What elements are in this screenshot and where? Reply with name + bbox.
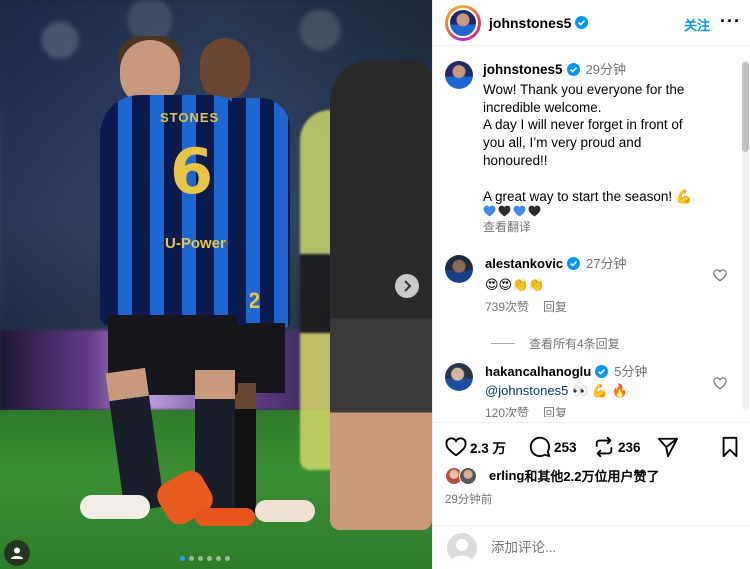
post-photo[interactable]: 2 STONES 6 U-Power bbox=[0, 0, 432, 569]
comment-button[interactable]: 253 bbox=[529, 436, 577, 458]
comment-item: alestankovic 27分钟 😍😍👏👏 739次赞 回复 bbox=[445, 255, 741, 316]
comment-like-count[interactable]: 120次赞 bbox=[485, 405, 529, 417]
comment-time: 27分钟 bbox=[586, 256, 627, 271]
liker-avatar bbox=[459, 466, 477, 485]
see-translation-link[interactable]: 查看翻译 bbox=[483, 219, 737, 237]
jersey-name: STONES bbox=[160, 110, 220, 125]
heart-outline-icon[interactable] bbox=[713, 377, 727, 390]
verified-badge-icon bbox=[566, 63, 580, 76]
commenter-username[interactable]: alestankovic bbox=[485, 256, 563, 271]
chevron-right-icon bbox=[404, 280, 412, 292]
paper-plane-icon bbox=[657, 437, 679, 458]
verified-badge-icon bbox=[567, 257, 581, 270]
commenter-username[interactable]: hakancalhanoglu bbox=[485, 364, 591, 379]
caption-hearts bbox=[483, 205, 737, 217]
follow-button[interactable]: 关注 bbox=[684, 15, 710, 34]
verified-badge-icon bbox=[595, 365, 609, 378]
scrollbar-thumb[interactable] bbox=[742, 62, 749, 152]
save-button[interactable] bbox=[719, 436, 741, 458]
caption-time: 29分钟 bbox=[585, 62, 626, 77]
commenter-avatar[interactable] bbox=[445, 363, 473, 391]
comment-like-count[interactable]: 739次赞 bbox=[485, 299, 529, 316]
repost-count: 236 bbox=[618, 439, 641, 455]
carousel-dot bbox=[180, 556, 185, 561]
repost-icon bbox=[595, 436, 613, 458]
caption-author-avatar[interactable] bbox=[445, 61, 473, 89]
comment-text: 👀 💪 🔥 bbox=[571, 383, 628, 398]
comment-count: 253 bbox=[554, 439, 577, 455]
liked-by-text[interactable]: 和其他2.2万位用户赞了 bbox=[524, 466, 659, 485]
carousel-indicator bbox=[180, 556, 230, 561]
like-button[interactable]: 2.3 万 bbox=[445, 436, 506, 458]
comment-time: 5分钟 bbox=[614, 364, 648, 379]
comment-item: hakancalhanoglu 5分钟 @johnstones5 👀 💪 🔥 12… bbox=[445, 363, 741, 417]
verified-badge-icon bbox=[575, 16, 589, 29]
carousel-dot bbox=[207, 556, 212, 561]
caption-text: Wow! Thank you everyone for the incredib… bbox=[483, 81, 693, 204]
repost-button[interactable]: 236 bbox=[593, 436, 641, 458]
comment-reply-button[interactable]: 回复 bbox=[543, 299, 567, 316]
like-count: 2.3 万 bbox=[470, 441, 507, 456]
header-username[interactable]: johnstones5 bbox=[489, 15, 571, 31]
author-avatar-story-ring[interactable] bbox=[445, 4, 481, 41]
post-header: johnstones5 关注 ··· bbox=[433, 0, 750, 46]
view-replies-label: 查看所有4条回复 bbox=[529, 337, 620, 351]
blue-heart-icon bbox=[483, 205, 496, 217]
comment-bubble-icon bbox=[529, 436, 551, 458]
more-options-button[interactable]: ··· bbox=[720, 11, 741, 32]
liker-name[interactable]: erling bbox=[489, 468, 524, 483]
black-heart-icon bbox=[498, 205, 511, 217]
current-user-avatar bbox=[447, 532, 477, 563]
carousel-dot bbox=[198, 556, 203, 561]
comments-scroll-area[interactable]: johnstones5 29分钟 Wow! Thank you everyone … bbox=[433, 47, 750, 417]
user-icon bbox=[11, 547, 23, 559]
jersey-sponsor: U-Power bbox=[165, 235, 226, 252]
add-comment-bar bbox=[433, 525, 750, 569]
author-avatar bbox=[448, 7, 478, 38]
comment-text: 😍😍👏👏 bbox=[485, 277, 545, 292]
player-figure-stones: STONES 6 U-Power bbox=[90, 36, 260, 520]
carousel-dot bbox=[189, 556, 194, 561]
view-replies-button[interactable]: 查看所有4条回复 bbox=[491, 335, 620, 352]
carousel-dot bbox=[225, 556, 230, 561]
black-heart-icon bbox=[528, 205, 541, 217]
post-detail-panel: johnstones5 关注 ··· johnstones5 29分钟 Wow! … bbox=[432, 0, 750, 569]
heart-outline-icon[interactable] bbox=[713, 269, 727, 282]
liked-by-summary[interactable]: erling 和其他2.2万位用户赞了 bbox=[445, 466, 659, 485]
post-actions-bar: 2.3 万 253 236 bbox=[433, 422, 750, 472]
user-icon bbox=[451, 538, 473, 563]
jersey-number: 6 bbox=[170, 135, 214, 208]
comment-mention[interactable]: @johnstones5 bbox=[485, 383, 568, 398]
heart-icon bbox=[445, 437, 467, 457]
bookmark-icon bbox=[722, 436, 738, 458]
caption-username[interactable]: johnstones5 bbox=[483, 62, 563, 77]
carousel-next-button[interactable] bbox=[395, 274, 419, 298]
carousel-dot bbox=[216, 556, 221, 561]
share-button[interactable] bbox=[657, 436, 679, 458]
commenter-avatar[interactable] bbox=[445, 255, 473, 283]
blue-heart-icon bbox=[513, 205, 526, 217]
post-caption-block: johnstones5 29分钟 Wow! Thank you everyone … bbox=[445, 61, 737, 237]
comment-input[interactable] bbox=[491, 540, 721, 555]
post-timestamp[interactable]: 29分钟前 bbox=[445, 491, 492, 507]
tagged-users-button[interactable] bbox=[4, 540, 30, 566]
comments-scrollbar[interactable] bbox=[742, 60, 749, 410]
comment-reply-button[interactable]: 回复 bbox=[543, 405, 567, 417]
cameraman-figure bbox=[330, 60, 432, 530]
